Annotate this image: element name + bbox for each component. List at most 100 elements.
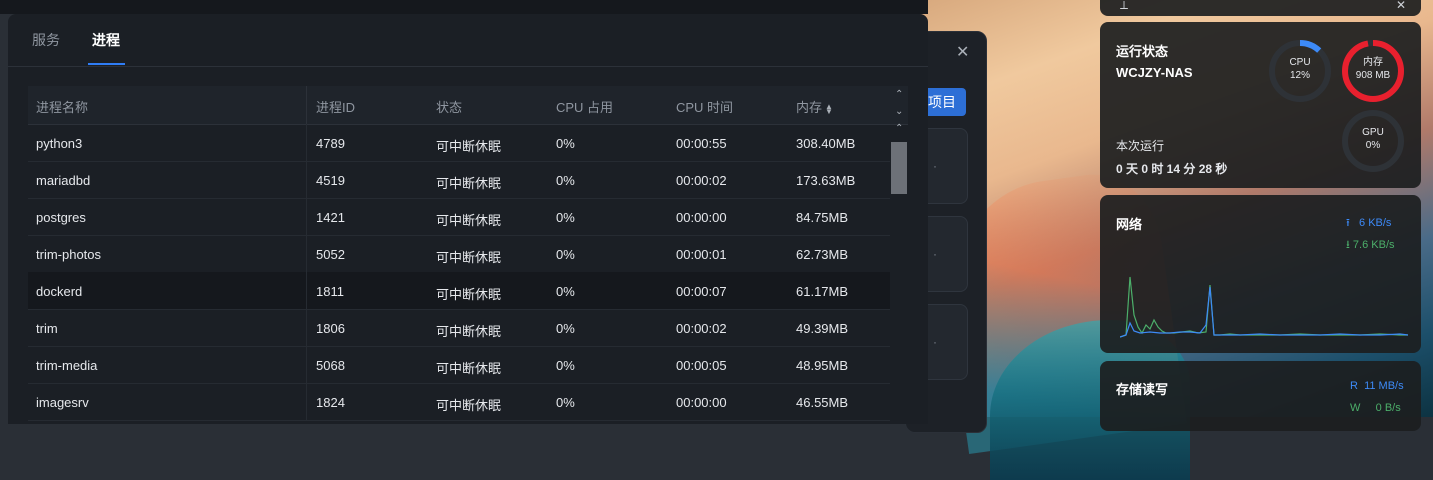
cell-pid: 5052 (316, 247, 345, 262)
scroll-down-icon[interactable]: ⌄ (895, 106, 903, 117)
download-value: 7.6 KB/s (1352, 239, 1395, 251)
more-icon[interactable]: · (933, 335, 937, 349)
cell-name: imagesrv (36, 395, 89, 410)
table-row[interactable]: trim 1806 可中断休眠 0% 00:00:02 49.39MB (28, 309, 890, 347)
cell-pid: 4519 (316, 173, 345, 188)
table-row[interactable]: trim-photos 5052 可中断休眠 0% 00:00:01 62.73MB (28, 235, 890, 273)
cell-pid: 1421 (316, 210, 345, 225)
cell-time: 00:00:01 (676, 247, 727, 262)
table-row[interactable]: imagesrv 1824 可中断休眠 0% 00:00:00 46.55MB (28, 383, 890, 421)
scroll-up-icon[interactable]: ⌃ (895, 89, 903, 100)
vertical-scrollbar[interactable]: ⌃ (890, 123, 908, 424)
cell-cpu: 0% (556, 321, 575, 336)
active-tab-indicator (88, 63, 125, 65)
table-row[interactable]: postgres 1421 可中断休眠 0% 00:00:00 84.75MB (28, 198, 890, 236)
cell-state: 可中断休眠 (436, 287, 502, 302)
memory-label: 内存 (1363, 57, 1383, 68)
cell-pid: 5068 (316, 358, 345, 373)
cell-time: 00:00:00 (676, 395, 727, 410)
gpu-label: GPU (1362, 127, 1384, 138)
network-widget: 网络 ⭱ 6 KB/s ⭳ 7.6 KB/s (1100, 195, 1421, 353)
cell-time: 00:00:02 (676, 173, 727, 188)
process-manager-panel: 服务 进程 进程名称 进程ID 状态 CPU 占用 CPU 时间 内存 ▲ ▼ ⌃ … (8, 14, 928, 424)
download-line (1120, 276, 1408, 338)
memory-ring-label: 内存 908 MB (1343, 56, 1403, 82)
more-icon[interactable]: · (933, 247, 937, 261)
gpu-ring-label: GPU 0% (1343, 126, 1403, 152)
read-rate: R 11 MB/s (1350, 380, 1404, 392)
sort-icon[interactable]: ▲ ▼ (825, 102, 833, 115)
upload-rate: ⭱ 6 KB/s (1346, 214, 1391, 233)
tab-services[interactable]: 服务 (32, 30, 60, 50)
cell-state: 可中断休眠 (436, 213, 502, 228)
top-strip (0, 0, 928, 14)
gpu-value: 0% (1365, 140, 1381, 151)
hostname: WCJZY-NAS (1116, 65, 1193, 80)
tab-bar: 服务 进程 (8, 14, 928, 67)
cell-cpu: 0% (556, 173, 575, 188)
cell-name: trim (36, 321, 58, 336)
memory-value: 908 MB (1355, 70, 1391, 81)
read-value: 11 MB/s (1364, 380, 1404, 392)
cell-time: 00:00:00 (676, 210, 727, 225)
col-state-header[interactable]: 状态 (436, 97, 462, 116)
cell-time: 00:00:05 (676, 358, 727, 373)
tab-processes[interactable]: 进程 (92, 30, 120, 50)
download-rate: ⭳ 7.6 KB/s (1346, 236, 1395, 255)
network-sparkline (1120, 276, 1409, 338)
cell-mem: 308.40MB (796, 136, 856, 151)
cell-name: trim-media (36, 358, 98, 373)
table-row[interactable]: mariadbd 4519 可中断休眠 0% 00:00:02 173.63MB (28, 161, 890, 199)
col-name-header[interactable]: 进程名称 (36, 97, 88, 116)
cell-time: 00:00:07 (676, 284, 727, 299)
col-cpu-header[interactable]: CPU 占用 (556, 97, 613, 116)
widget-top-strip: ⟂ ✕ (1100, 0, 1421, 16)
download-icon: ⭳ (1346, 239, 1350, 251)
table-row[interactable]: trim-media 5068 可中断休眠 0% 00:00:05 48.95MB (28, 346, 890, 384)
widget-icon[interactable]: ⟂ (1120, 0, 1128, 13)
header-scroll-controls: ⌃ ⌄ (890, 86, 908, 124)
close-icon[interactable]: ✕ (956, 42, 969, 62)
cell-mem: 61.17MB (796, 284, 849, 299)
write-value: 0 B/s (1375, 402, 1401, 414)
table-row[interactable]: dockerd 1811 可中断休眠 0% 00:00:07 61.17MB (28, 272, 890, 310)
col-cpu-time-header[interactable]: CPU 时间 (676, 97, 733, 116)
cell-mem: 49.39MB (796, 321, 849, 336)
cell-time: 00:00:02 (676, 321, 727, 336)
col-pid-header[interactable]: 进程ID (316, 97, 355, 116)
cell-cpu: 0% (556, 136, 575, 151)
cell-time: 00:00:55 (676, 136, 727, 151)
cell-pid: 1806 (316, 321, 345, 336)
uptime-label: 本次运行 (1116, 139, 1165, 153)
cell-mem: 84.75MB (796, 210, 849, 225)
cell-mem: 62.73MB (796, 247, 849, 262)
scrollbar-thumb[interactable] (891, 142, 907, 194)
cell-state: 可中断休眠 (436, 176, 502, 191)
col-memory-header[interactable]: 内存 ▲ ▼ (796, 97, 833, 116)
close-icon[interactable]: ✕ (1396, 0, 1406, 12)
storage-widget: 存储读写 R 11 MB/s W 0 B/s (1100, 361, 1421, 431)
cell-cpu: 0% (556, 284, 575, 299)
cell-cpu: 0% (556, 358, 575, 373)
read-label: R (1350, 380, 1358, 392)
cell-mem: 48.95MB (796, 358, 849, 373)
cpu-ring-label: CPU 12% (1270, 56, 1330, 82)
cell-name: mariadbd (36, 173, 91, 188)
more-icon[interactable]: · (933, 159, 937, 173)
cell-state: 可中断休眠 (436, 139, 502, 154)
status-title: 运行状态 (1116, 44, 1169, 59)
system-status-widget: 运行状态 WCJZY-NAS 本次运行 0 天 0 时 14 分 28 秒 CP… (1100, 22, 1421, 188)
table-row[interactable]: python3 4789 可中断休眠 0% 00:00:55 308.40MB (28, 124, 890, 162)
storage-title: 存储读写 (1116, 382, 1169, 397)
cell-name: trim-photos (36, 247, 102, 262)
upload-line (1120, 286, 1409, 338)
cell-state: 可中断休眠 (436, 398, 502, 413)
cell-name: postgres (36, 210, 86, 225)
cell-mem: 173.63MB (796, 173, 856, 188)
cell-state: 可中断休眠 (436, 361, 502, 376)
cell-state: 可中断休眠 (436, 250, 502, 265)
uptime-value: 0 天 0 时 14 分 28 秒 (1116, 162, 1228, 176)
cell-pid: 1824 (316, 395, 345, 410)
cell-mem: 46.55MB (796, 395, 849, 410)
scroll-up-icon[interactable]: ⌃ (895, 123, 903, 134)
